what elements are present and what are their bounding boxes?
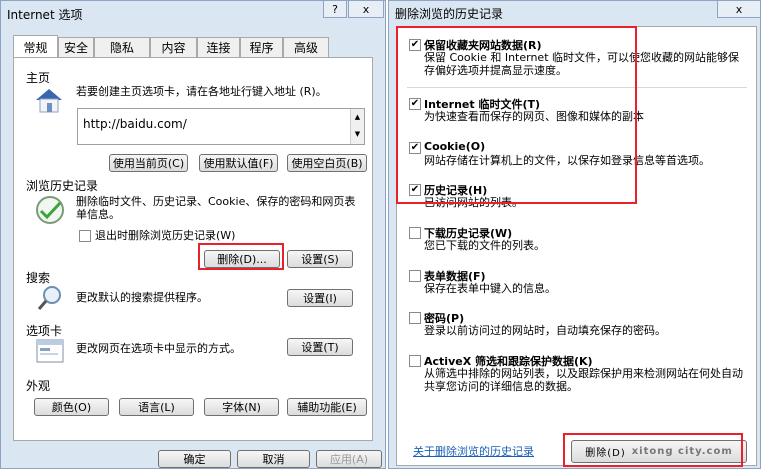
use-default-button[interactable]: 使用默认值(F) [199,154,278,172]
tabbed-window-icon [35,338,65,364]
option-description: 保存在表单中键入的信息。 [424,282,556,295]
house-icon [34,86,64,114]
search-settings-button[interactable]: 设置(I) [287,289,353,307]
search-description: 更改默认的搜索提供程序。 [76,291,208,304]
general-panel: 主页 若要创建主页选项卡，请在各地址行键入地址 (R)。 http://baid… [13,57,373,441]
tab-label: 隐私 [109,41,134,55]
help-icon: ? [332,2,338,16]
tab-advanced[interactable]: 高级 [283,37,329,57]
magnifier-icon [36,284,64,312]
tabs-settings-button[interactable]: 设置(T) [287,338,353,356]
dialog-close-button[interactable]: x [717,1,761,18]
use-blank-button[interactable]: 使用空白页(B) [287,154,367,172]
history-section-title: 浏览历史记录 [26,179,99,193]
tab-label: 高级 [293,41,318,55]
use-current-button[interactable]: 使用当前页(C) [109,154,188,172]
tab-privacy[interactable]: 隐私 [94,37,150,57]
internet-options-window: Internet 选项 ? x 常规 安全 隐私 内容 连接 程序 高级 主页 … [0,0,386,469]
url-scrollbar[interactable]: ▲ ▼ [350,109,364,144]
tab-label: 连接 [206,41,231,55]
colors-button[interactable]: 颜色(O) [34,398,109,416]
option-checkbox[interactable] [409,355,421,367]
tabs-description: 更改网页在选项卡中显示的方式。 [76,342,241,355]
tab-content[interactable]: 内容 [150,37,197,57]
homepage-instruction: 若要创建主页选项卡，请在各地址行键入地址 (R)。 [76,85,327,98]
fonts-button[interactable]: 字体(N) [204,398,279,416]
close-button[interactable]: x [348,1,384,18]
close-icon: x [362,2,370,16]
option-checkbox[interactable] [409,270,421,282]
apply-button[interactable]: 应用(A) [316,450,382,468]
history-clock-icon [34,194,68,226]
history-settings-button[interactable]: 设置(S) [287,250,353,268]
accessibility-button[interactable]: 辅助功能(E) [287,398,367,416]
about-delete-history-link[interactable]: 关于删除浏览的历史记录 [413,443,534,459]
option-checkbox[interactable] [409,312,421,324]
appearance-section-title: 外观 [26,379,51,393]
homepage-section-title: 主页 [26,71,51,85]
tabs-section-title: 选项卡 [26,324,63,338]
close-icon: x [735,2,743,16]
option-description: 登录以前访问过的网站时，自动填充保存的密码。 [424,324,666,337]
window-title: Internet 选项 [7,8,83,22]
dialog-title: 删除浏览的历史记录 [395,7,504,21]
delete-on-exit-checkbox[interactable] [79,230,91,242]
tab-label: 程序 [249,41,274,55]
option-description: 您已下载的文件的列表。 [424,239,545,252]
tab-programs[interactable]: 程序 [240,37,283,57]
tab-security[interactable]: 安全 [58,37,94,57]
ok-button[interactable]: 确定 [158,450,231,468]
highlight-box-kept-items [396,26,637,204]
homepage-url-value: http://baidu.com/ [83,117,187,131]
tab-label: 常规 [23,40,48,55]
option-checkbox[interactable] [409,227,421,239]
languages-button[interactable]: 语言(L) [119,398,194,416]
tab-label: 安全 [63,41,88,55]
homepage-url-field[interactable]: http://baidu.com/ ▲ ▼ [77,108,365,145]
history-description: 删除临时文件、历史记录、Cookie、保存的密码和网页表单信息。 [76,195,356,221]
tab-label: 内容 [161,41,186,55]
help-button[interactable]: ? [323,1,347,18]
cancel-button[interactable]: 取消 [237,450,310,468]
highlight-box-delete-confirm [563,433,743,467]
option-description: 从筛选中排除的网站列表，以及跟踪保护用来检测网站在何处自动共享您访问的详细信息的… [424,367,743,393]
delete-on-exit-label: 退出时删除浏览历史记录(W) [95,229,236,242]
highlight-box-delete [198,243,284,270]
tab-connections[interactable]: 连接 [197,37,240,57]
tab-general[interactable]: 常规 [13,35,58,58]
